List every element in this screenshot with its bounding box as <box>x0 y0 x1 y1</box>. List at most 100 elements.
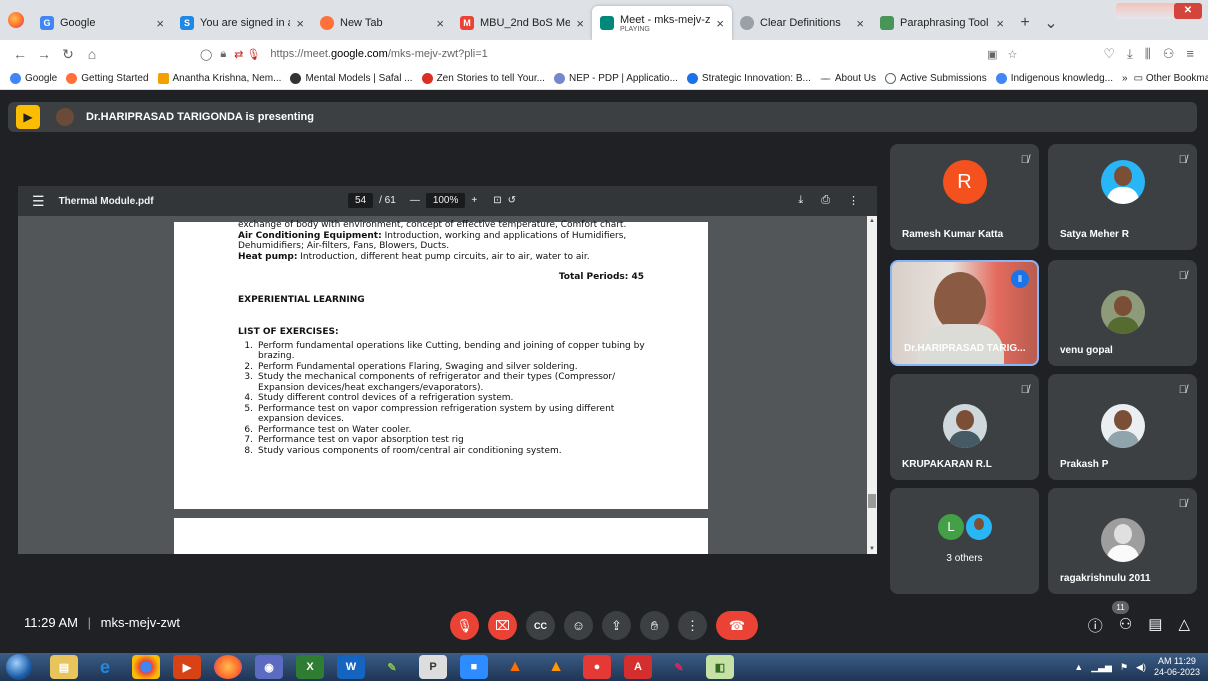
more-options-button[interactable]: ⋮ <box>678 611 707 640</box>
new-tab-button[interactable]: + <box>1012 6 1038 40</box>
volume-icon[interactable]: ◀) <box>1136 662 1146 673</box>
reload-icon[interactable]: ↻ <box>56 46 80 63</box>
chat-icon[interactable]: ▤ <box>1148 615 1162 636</box>
activities-icon[interactable]: △ <box>1178 615 1190 636</box>
publisher-icon[interactable]: P <box>419 655 447 679</box>
close-tab-icon[interactable]: × <box>996 16 1004 31</box>
zoom-in-icon[interactable]: + <box>471 195 477 206</box>
zoom-out-icon[interactable]: — <box>410 195 420 206</box>
close-tab-icon[interactable]: × <box>156 16 164 31</box>
fit-page-icon[interactable]: ⊡ <box>493 195 501 206</box>
raise-hand-button[interactable]: ✋︎ <box>640 611 669 640</box>
pdf-scrollbar[interactable]: ▲ ▼ <box>867 216 877 554</box>
start-button[interactable] <box>6 654 32 680</box>
tab-paraphrasing[interactable]: Paraphrasing Tool - Quill × <box>872 6 1012 40</box>
close-tab-icon[interactable]: × <box>296 16 304 31</box>
chrome-icon[interactable] <box>132 655 160 679</box>
firefox-taskbar-icon[interactable] <box>214 655 242 679</box>
network-icon[interactable]: ▁▃▅ <box>1091 662 1112 673</box>
bookmark-active-submissions[interactable]: Active Submissions <box>885 73 987 84</box>
cone-icon[interactable]: ▲ <box>542 655 570 679</box>
tab-meet[interactable]: Meet - mks-mejv-zwtPLAYING × <box>592 6 732 40</box>
bookmark-getting-started[interactable]: Getting Started <box>66 73 149 84</box>
acrobat-icon[interactable]: A <box>624 655 652 679</box>
presentation-icon[interactable]: ▶ <box>16 105 40 129</box>
home-icon[interactable]: ⌂ <box>80 46 104 62</box>
bookmark-nep[interactable]: NEP - PDP | Applicatio... <box>553 73 678 84</box>
bookmark-google[interactable]: Google <box>10 73 57 84</box>
reader-view-icon[interactable]: ▣ <box>987 48 997 61</box>
library-icon[interactable]: ⫼ <box>1145 46 1151 62</box>
bookmark-star-icon[interactable]: ☆ <box>1007 48 1017 61</box>
tab-mbu-bos[interactable]: M MBU_2nd BoS Meeting A × <box>452 6 592 40</box>
more-options-icon[interactable]: ⋮ <box>848 194 859 207</box>
zoom-level[interactable]: 100% <box>425 193 466 208</box>
bookmark-about-us[interactable]: About Us <box>819 73 876 84</box>
emoji-reactions-button[interactable]: ☺ <box>564 611 593 640</box>
downloads-icon[interactable]: ⤓ <box>1127 46 1133 62</box>
scroll-up-icon[interactable]: ▲ <box>869 218 875 224</box>
forward-icon[interactable]: → <box>32 46 56 62</box>
leave-call-button[interactable]: ☎︎ <box>716 611 758 640</box>
rotate-icon[interactable]: ↺ <box>508 195 516 206</box>
tray-expand-icon[interactable]: ▲ <box>1074 662 1083 672</box>
captions-button[interactable]: CC <box>526 611 555 640</box>
scroll-thumb[interactable] <box>868 494 876 508</box>
pocket-icon[interactable]: ♡ <box>1103 46 1115 62</box>
print-icon[interactable]: ⎙ <box>821 194 830 207</box>
bookmark-strategic[interactable]: Strategic Innovation: B... <box>686 73 811 84</box>
word-icon[interactable]: W <box>337 655 365 679</box>
app-icon[interactable]: ◉ <box>255 655 283 679</box>
account-icon[interactable]: ⚇ <box>1163 46 1175 62</box>
internet-explorer-icon[interactable]: e <box>91 655 119 679</box>
close-tab-icon[interactable]: × <box>716 16 724 31</box>
file-explorer-icon[interactable]: ▤ <box>50 655 78 679</box>
tab-new-tab[interactable]: New Tab × <box>312 6 452 40</box>
people-icon[interactable]: ⚇ <box>1119 615 1132 636</box>
participant-tile[interactable]: 🎙̸ venu gopal <box>1048 260 1197 366</box>
close-tab-icon[interactable]: × <box>576 16 584 31</box>
participant-tile[interactable]: 🎙̸ Prakash P <box>1048 374 1197 480</box>
zoom-icon[interactable]: ■ <box>460 655 488 679</box>
tab-google[interactable]: G Google × <box>32 6 172 40</box>
menu-icon[interactable]: ≡ <box>1186 46 1194 62</box>
media-player-icon[interactable]: ▶ <box>173 655 201 679</box>
firefox-menu-icon[interactable] <box>0 0 32 40</box>
participant-tile[interactable]: 🎙̸ R Ramesh Kumar Katta <box>890 144 1039 250</box>
camera-off-button[interactable]: ⌧ <box>488 611 517 640</box>
url-bar[interactable]: ◯ 🔒︎ ⇄ 🎙︎ https://meet.google.com/mks-me… <box>200 48 1103 61</box>
close-tab-icon[interactable]: × <box>436 16 444 31</box>
system-clock[interactable]: AM 11:29 24-06-2023 <box>1154 656 1200 678</box>
close-window-icon[interactable]: ✕ <box>1174 3 1202 19</box>
excel-icon[interactable]: X <box>296 655 324 679</box>
permissions-icon[interactable]: ⇄ 🎙︎ <box>234 48 260 61</box>
participant-tile-others[interactable]: L 3 others <box>890 488 1039 594</box>
participant-tile-presenter[interactable]: ⦀ Dr.HARIPRASAD TARIG... <box>890 260 1039 366</box>
vlc-icon[interactable]: ▲ <box>501 655 529 679</box>
flag-icon[interactable]: ⚑ <box>1120 662 1128 673</box>
tab-signed-in[interactable]: S You are signed in as svec × <box>172 6 312 40</box>
bookmark-zen-stories[interactable]: Zen Stories to tell Your... <box>421 73 545 84</box>
bookmark-mental-models[interactable]: Mental Models | Safal ... <box>290 73 413 84</box>
lock-icon[interactable]: 🔒︎ <box>220 48 226 61</box>
page-number-input[interactable]: 54 <box>348 193 374 208</box>
scroll-down-icon[interactable]: ▼ <box>869 546 875 552</box>
more-bookmarks-icon[interactable]: » <box>1122 73 1128 84</box>
back-icon[interactable]: ← <box>8 46 32 62</box>
participant-tile[interactable]: 🎙̸ ragakrishnulu 2011 <box>1048 488 1197 594</box>
list-tabs-icon[interactable]: ⌄ <box>1038 6 1064 40</box>
participant-tile[interactable]: 🎙̸ KRUPAKARAN R.L <box>890 374 1039 480</box>
close-tab-icon[interactable]: × <box>856 16 864 31</box>
pdf-menu-icon[interactable]: ☰ <box>32 193 45 210</box>
pen-tool-icon[interactable]: ✎ <box>378 655 406 679</box>
participant-tile[interactable]: 🎙̸ Satya Meher R <box>1048 144 1197 250</box>
other-bookmarks[interactable]: ▭ Other Bookmarks <box>1134 73 1208 84</box>
bookmark-indigenous[interactable]: Indigenous knowledg... <box>995 73 1113 84</box>
mic-off-button[interactable]: 🎙︎ <box>450 611 479 640</box>
bookmark-anantha[interactable]: Anantha Krishna, Nem... <box>157 73 281 84</box>
download-icon[interactable]: ⤓ <box>798 194 803 207</box>
present-screen-button[interactable]: ⇪ <box>602 611 631 640</box>
shield-icon[interactable]: ◯ <box>200 48 212 61</box>
marker-icon[interactable]: ✎ <box>665 655 693 679</box>
recorder-icon[interactable]: ● <box>583 655 611 679</box>
